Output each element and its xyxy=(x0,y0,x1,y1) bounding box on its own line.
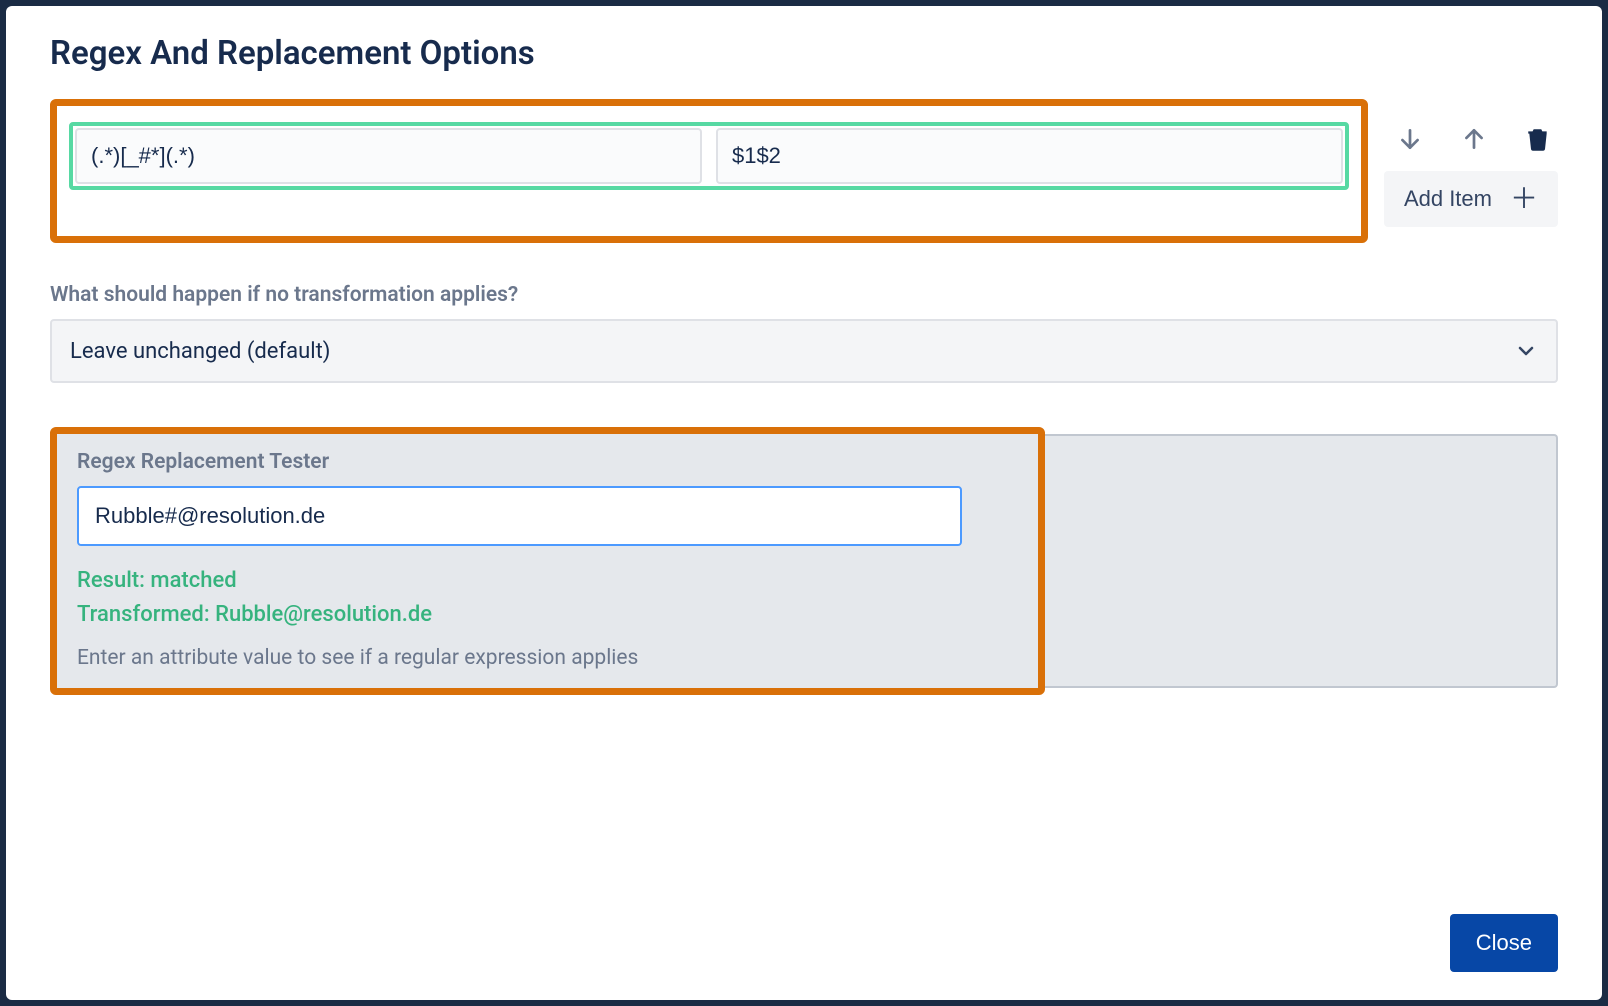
fallback-select-wrap: Leave unchanged (default) xyxy=(50,319,1558,383)
tester-right-pane xyxy=(1045,434,1558,688)
tester-title: Regex Replacement Tester xyxy=(77,450,1018,474)
tester-row: Regex Replacement Tester Result: matched… xyxy=(50,427,1558,695)
add-item-label: Add Item xyxy=(1404,186,1492,212)
move-up-icon[interactable] xyxy=(1460,125,1488,153)
add-item-button[interactable]: Add Item ＋ xyxy=(1384,171,1558,227)
regex-rules-area: Add Item ＋ xyxy=(50,99,1558,243)
fallback-select[interactable]: Leave unchanged (default) xyxy=(50,319,1558,383)
regex-pattern-input[interactable] xyxy=(75,128,702,184)
close-button[interactable]: Close xyxy=(1450,914,1558,972)
transformed-value: Rubble@resolution.de xyxy=(215,602,432,627)
modal-title: Regex And Replacement Options xyxy=(50,34,1558,73)
rule-row-actions: Add Item ＋ xyxy=(1384,99,1558,227)
regex-rule-highlight xyxy=(50,99,1368,243)
regex-rule-row xyxy=(69,122,1349,190)
rule-reorder-icons xyxy=(1384,125,1558,153)
transformed-label: Transformed: xyxy=(77,602,210,627)
regex-tester-panel: Regex Replacement Tester Result: matched… xyxy=(50,427,1045,695)
chevron-down-icon xyxy=(1514,339,1538,363)
plus-icon: ＋ xyxy=(1510,185,1538,213)
fallback-selected-value: Leave unchanged (default) xyxy=(70,339,330,364)
result-label: Result: xyxy=(77,568,145,593)
result-value: matched xyxy=(150,568,236,593)
tester-result-line: Result: matched xyxy=(77,564,1018,598)
tester-transformed-line: Transformed: Rubble@resolution.de xyxy=(77,598,1018,632)
fallback-label: What should happen if no transformation … xyxy=(50,283,1558,307)
move-down-icon[interactable] xyxy=(1396,125,1424,153)
regex-options-modal: Regex And Replacement Options Ad xyxy=(6,6,1602,1000)
regex-replacement-input[interactable] xyxy=(716,128,1343,184)
modal-footer: Close xyxy=(50,914,1558,972)
delete-icon[interactable] xyxy=(1524,125,1552,153)
tester-help-text: Enter an attribute value to see if a reg… xyxy=(77,646,1018,670)
tester-input[interactable] xyxy=(77,486,962,546)
